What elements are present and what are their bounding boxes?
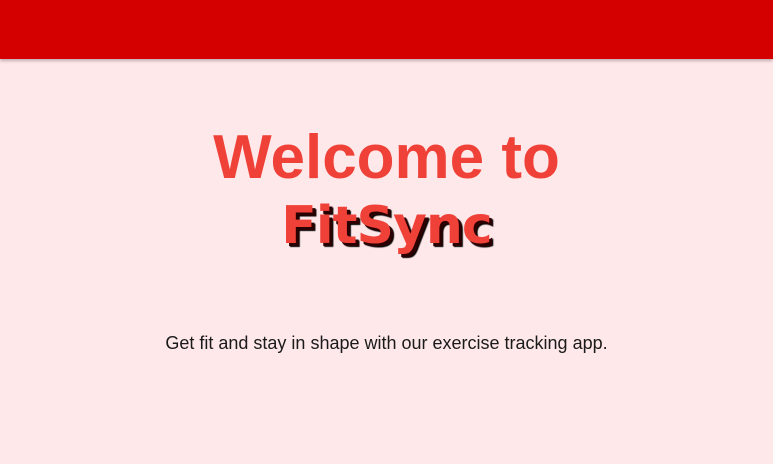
tagline: Get fit and stay in shape with our exerc… xyxy=(165,333,608,353)
brand-logo-text: FitSync xyxy=(281,196,492,256)
header-bar xyxy=(0,0,773,59)
welcome-heading: Welcome to xyxy=(213,123,560,192)
